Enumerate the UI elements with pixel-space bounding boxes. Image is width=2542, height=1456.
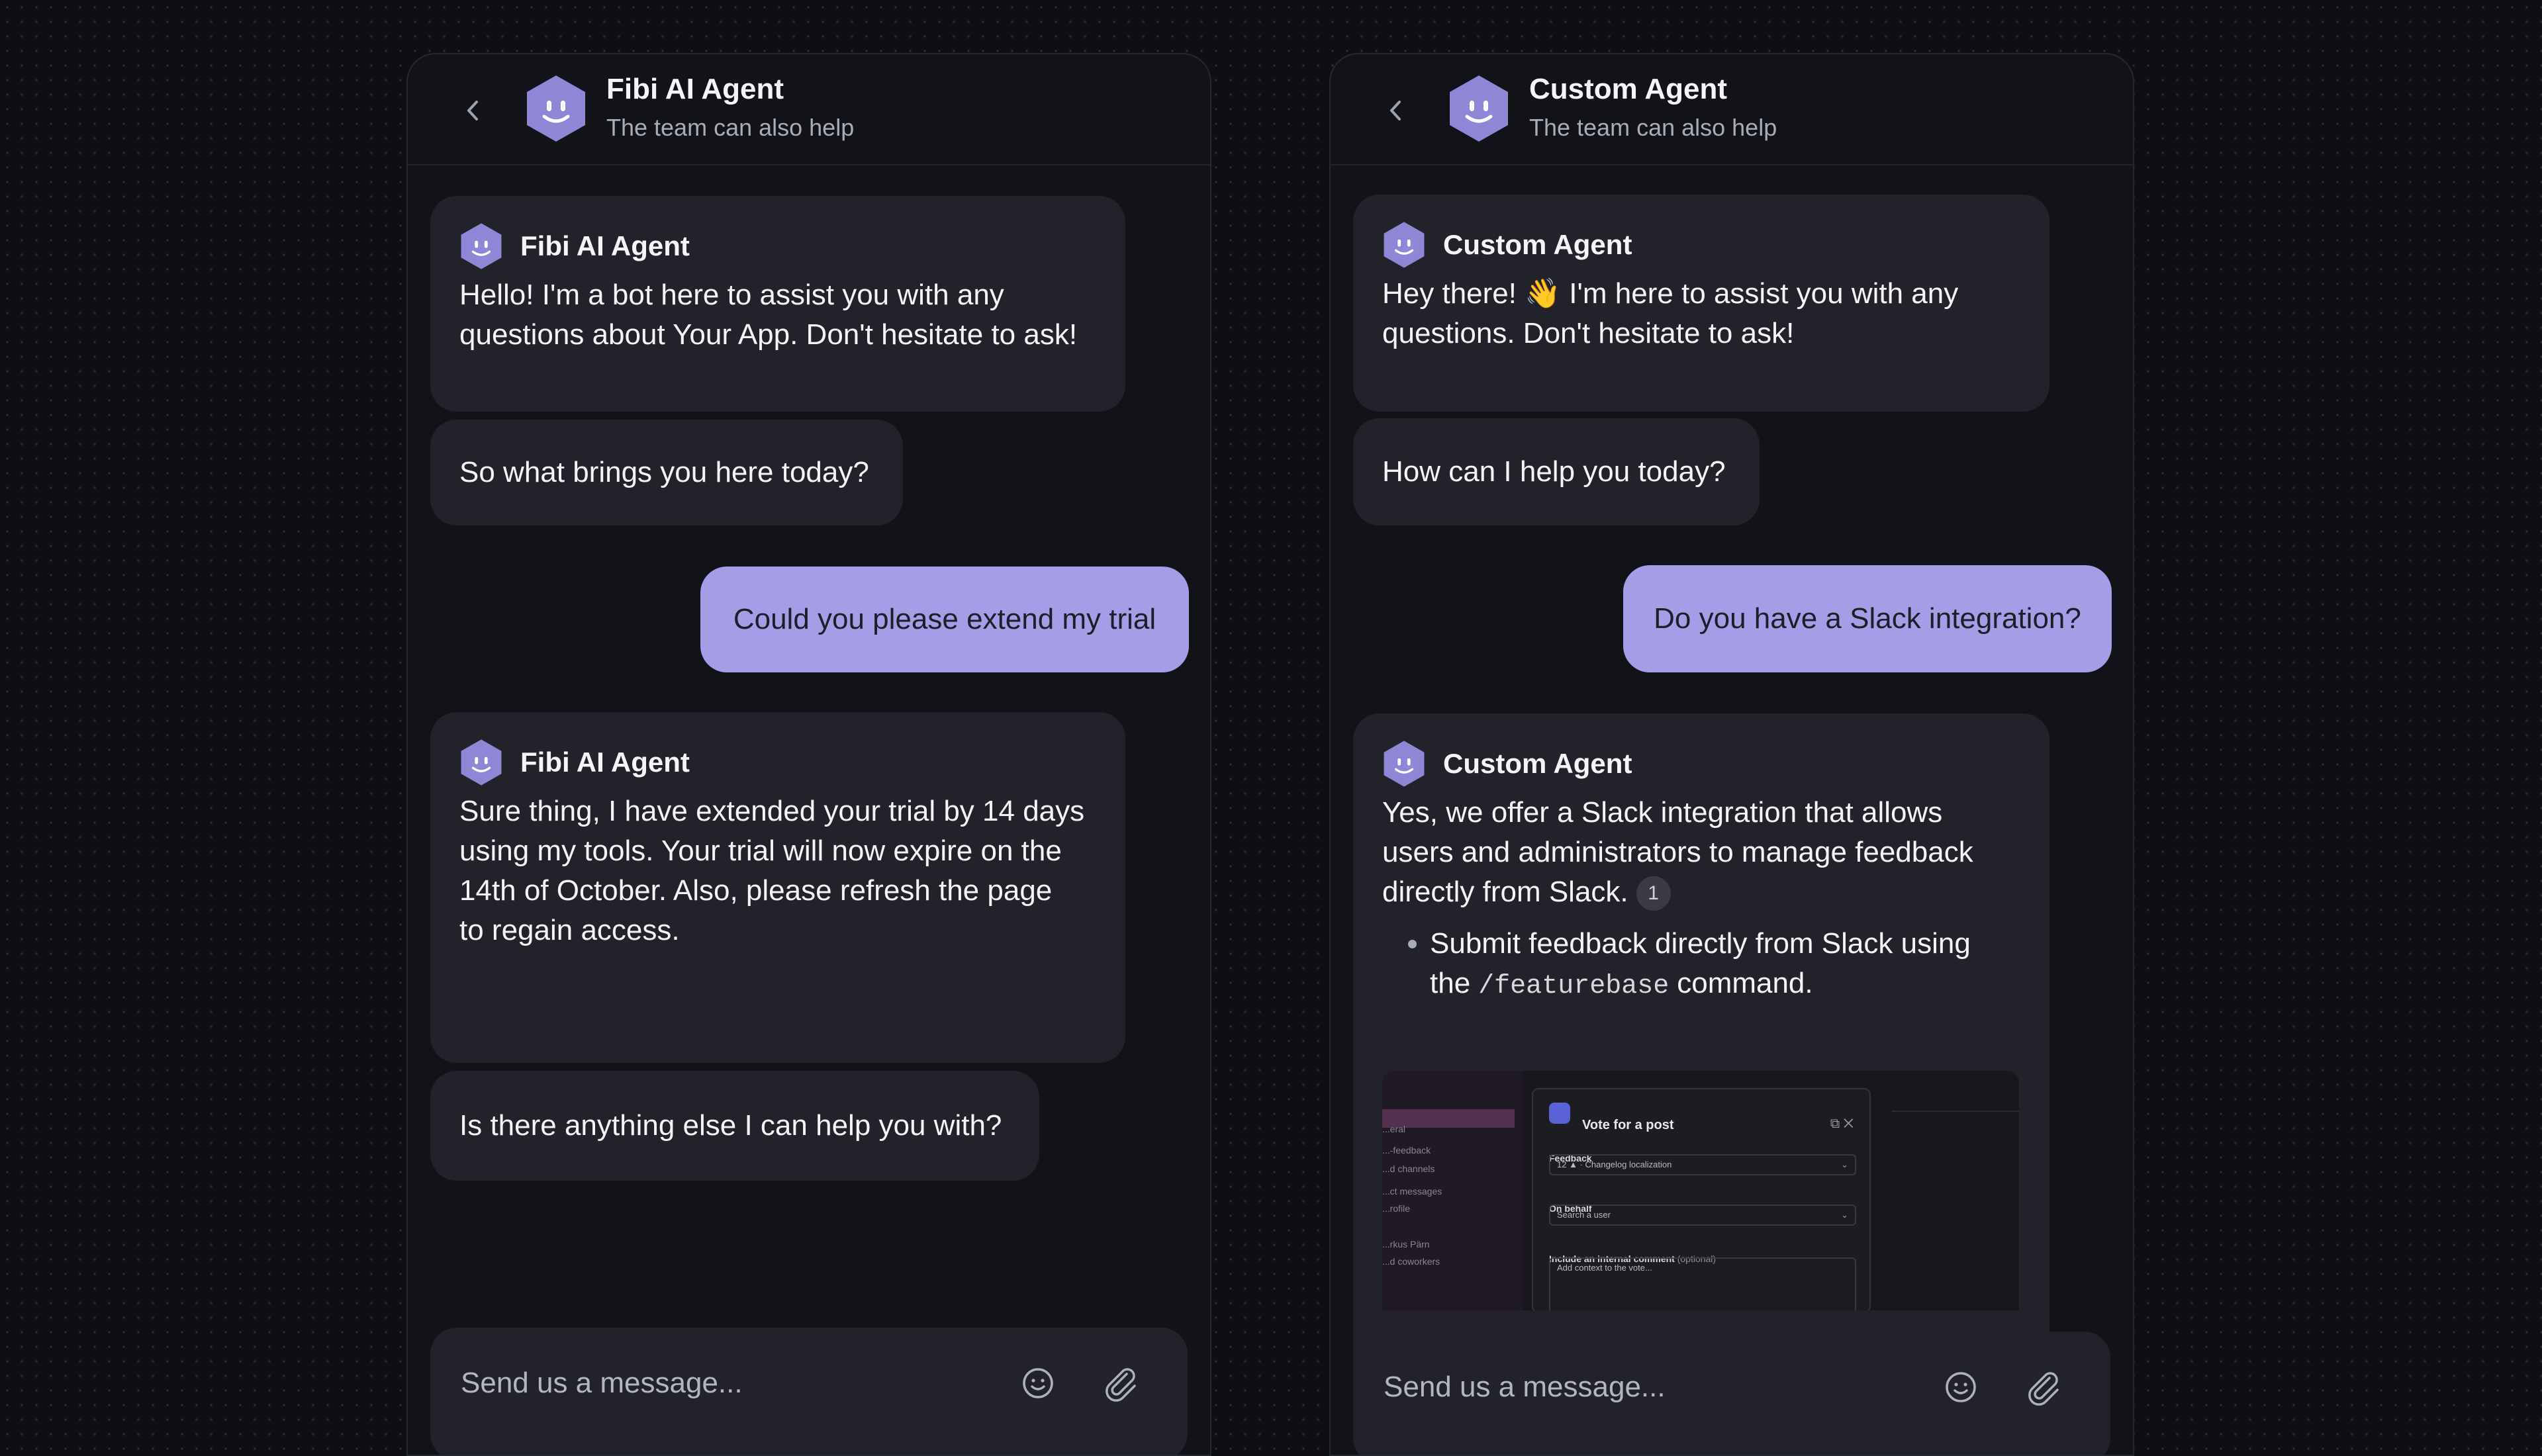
message-input[interactable] <box>459 1359 965 1407</box>
back-chevron-icon[interactable] <box>459 94 486 127</box>
feedback-select: 12 ▲ · Changelog localization ⌄ <box>1549 1154 1856 1175</box>
slack-screenshot-image: ...nnels ...eral ...-feedback ...d chann… <box>1382 1071 2019 1310</box>
user-search-select: Search a user ⌄ <box>1549 1205 1856 1226</box>
agent-label: Fibi AI Agent <box>459 221 1096 271</box>
header-subtitle: The team can also help <box>1529 114 1777 141</box>
chevron-down-icon: ⌄ <box>1841 1160 1848 1169</box>
header-title: Fibi AI Agent <box>606 73 784 105</box>
agent-avatar-icon <box>1381 221 1427 269</box>
message-text-part: the <box>1430 967 1471 999</box>
back-chevron-icon[interactable] <box>1382 94 1409 127</box>
message-text: Hey there! 👋 I'm here to assist you with… <box>1382 274 2020 314</box>
header-title: Custom Agent <box>1529 73 1728 105</box>
vote-modal: Vote for a post ⧉ ✕ Feedback 12 ▲ · Chan… <box>1532 1088 1871 1310</box>
chat-panel-fibi: Fibi AI Agent The team can also help Fib… <box>406 53 1211 1456</box>
message-text: Hello! I'm a bot here to assist you with… <box>459 279 1004 311</box>
message-text: to regain access. <box>459 914 680 946</box>
agent-avatar-icon <box>523 74 589 143</box>
agent-name: Fibi AI Agent <box>520 747 690 778</box>
modal-title: Vote for a post <box>1582 1118 1674 1132</box>
message-text: 14th of October. Also, please refresh th… <box>459 874 1053 907</box>
agent-message: Fibi AI Agent Sure thing, I have extende… <box>430 712 1125 1063</box>
featurebase-logo-icon <box>1549 1103 1570 1124</box>
user-message: Could you please extend my trial <box>700 567 1189 672</box>
message-text-part: Submit feedback directly from Slack usin… <box>1430 927 1971 960</box>
message-text: Sure thing, I have extended your trial b… <box>459 795 1085 827</box>
message-text-part: I'm here to assist you with any <box>1569 277 1959 310</box>
message-text: Yes, we offer a Slack integration that a… <box>1382 796 1943 829</box>
message-text-part: command. <box>1677 967 1813 999</box>
agent-message: So what brings you here today? <box>430 420 903 525</box>
agent-name: Fibi AI Agent <box>520 230 690 261</box>
agent-label: Fibi AI Agent <box>459 737 1096 788</box>
message-composer <box>430 1328 1188 1455</box>
message-text: directly from Slack. 1 <box>1382 872 2020 912</box>
wave-emoji-icon: 👋 <box>1525 277 1562 310</box>
agent-avatar-icon <box>1381 740 1427 788</box>
emoji-icon[interactable] <box>1941 1367 1981 1407</box>
sidebar-item-active: ...eral <box>1382 1109 1515 1134</box>
agent-message: Custom Agent Hey there! 👋 I'm here to as… <box>1353 195 2049 412</box>
slack-sidebar: ...nnels ...eral ...-feedback ...d chann… <box>1382 1071 1523 1310</box>
inline-code: /featurebase <box>1478 972 1670 1001</box>
message-text: questions about Your App. Don't hesitate… <box>459 318 1078 351</box>
agent-message: How can I help you today? <box>1353 418 1760 525</box>
agent-avatar-icon <box>458 222 504 270</box>
agent-avatar-icon <box>458 739 504 786</box>
feedback-value: 12 ▲ · Changelog localization <box>1557 1160 1672 1169</box>
message-text: Is there anything else I can help you wi… <box>459 1109 1002 1142</box>
agent-label: Custom Agent <box>1382 220 2020 270</box>
message-text-part: directly from Slack. <box>1382 876 1628 908</box>
sidebar-item: ...d coworkers <box>1382 1256 1440 1267</box>
message-composer <box>1353 1332 2110 1455</box>
chat-panel-custom: Custom Agent The team can also help Cust… <box>1329 53 2134 1456</box>
message-text: questions. Don't hesitate to ask! <box>1382 317 1795 349</box>
message-text: So what brings you here today? <box>459 456 869 488</box>
user-message: Do you have a Slack integration? <box>1623 565 2112 672</box>
message-text-part: Hey there! <box>1382 277 1517 310</box>
agent-label: Custom Agent <box>1382 739 2020 789</box>
user-search-placeholder: Search a user <box>1557 1210 1611 1220</box>
message-text: users and administrators to manage feedb… <box>1382 836 1973 868</box>
agent-avatar-icon <box>1446 74 1512 143</box>
message-input[interactable] <box>1382 1363 1888 1411</box>
agent-name: Custom Agent <box>1443 748 1632 779</box>
message-text: using my tools. Your trial will now expi… <box>459 835 1062 867</box>
chat-header: Fibi AI Agent The team can also help <box>408 54 1210 165</box>
bullet-list: Submit feedback directly from Slack usin… <box>1382 924 2020 1007</box>
agent-message: Fibi AI Agent Hello! I'm a bot here to a… <box>430 196 1125 412</box>
attachment-icon[interactable] <box>2022 1365 2064 1407</box>
chat-header: Custom Agent The team can also help <box>1331 54 2133 165</box>
header-subtitle: The team can also help <box>606 114 855 141</box>
comment-textarea: Add context to the vote... <box>1549 1257 1856 1310</box>
message-text: How can I help you today? <box>1382 455 1726 488</box>
citation-badge[interactable]: 1 <box>1636 876 1671 911</box>
attachment-icon[interactable] <box>1099 1361 1141 1403</box>
emoji-icon[interactable] <box>1018 1363 1058 1403</box>
modal-window-icons: ⧉ ✕ <box>1830 1116 1854 1131</box>
sidebar-item: ...rofile <box>1382 1203 1411 1214</box>
slack-divider <box>1892 1111 2019 1112</box>
chevron-down-icon: ⌄ <box>1841 1210 1848 1220</box>
list-item: Submit feedback directly from Slack usin… <box>1430 924 2020 1007</box>
agent-name: Custom Agent <box>1443 229 1632 260</box>
agent-message: Is there anything else I can help you wi… <box>430 1071 1039 1181</box>
